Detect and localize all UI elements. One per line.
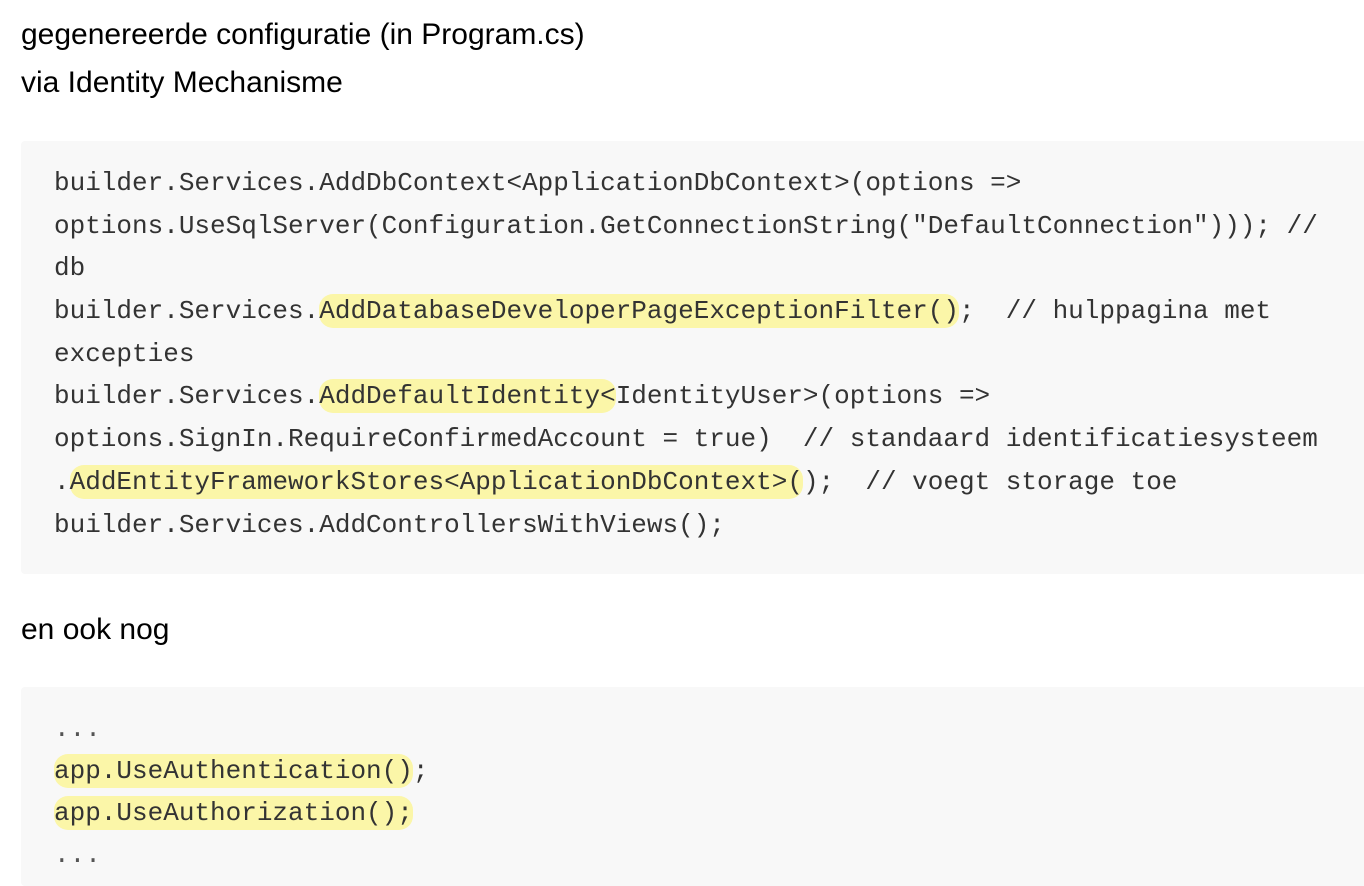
- code-text: options.UseSqlServer(Configuration.GetCo…: [54, 210, 1318, 241]
- code-line: excepties: [54, 333, 1364, 376]
- code-text: ; // hulppagina met: [958, 296, 1272, 327]
- code-text: IdentityUser>(options =>: [615, 381, 991, 412]
- code-text: ); // voegt storage toe: [802, 466, 1178, 497]
- code-line: .AddEntityFrameworkStores<ApplicationDbC…: [54, 461, 1364, 504]
- code-ellipsis: ...: [54, 840, 101, 870]
- code-block-program-cs: builder.Services.AddDbContext<Applicatio…: [21, 141, 1364, 574]
- code-line: builder.Services.AddDatabaseDeveloperPag…: [54, 290, 1364, 333]
- code-text: db: [54, 253, 86, 284]
- code-line: options.UseSqlServer(Configuration.GetCo…: [54, 205, 1364, 248]
- code-highlight: app.UseAuthorization();: [54, 796, 413, 830]
- code-line: app.UseAuthentication();: [54, 750, 1364, 792]
- code-line: ...: [54, 834, 1364, 876]
- code-highlight: AddEntityFrameworkStores<ApplicationDbCo…: [69, 464, 803, 499]
- code-block-middleware: ... app.UseAuthentication(); app.UseAuth…: [21, 687, 1364, 886]
- code-line: db: [54, 247, 1364, 290]
- code-line: options.SignIn.RequireConfirmedAccount =…: [54, 418, 1364, 461]
- section-subtitle: via Identity Mechanisme: [21, 66, 343, 99]
- code-line: builder.Services.AddControllersWithViews…: [54, 504, 1364, 547]
- code-line: ...: [54, 708, 1364, 750]
- code-text: builder.Services.AddControllersWithViews…: [54, 509, 725, 540]
- code-text: .: [54, 466, 70, 497]
- section-title: gegenereerde configuratie (in Program.cs…: [21, 18, 585, 51]
- code-line: builder.Services.AddDefaultIdentity<Iden…: [54, 375, 1364, 418]
- code-highlight: AddDefaultIdentity<: [319, 379, 616, 414]
- code-text: options.SignIn.RequireConfirmedAccount =…: [54, 424, 1318, 455]
- code-text: ;: [412, 756, 429, 786]
- code-text: builder.Services.: [54, 296, 320, 327]
- code-highlight: app.UseAuthentication(): [54, 754, 413, 788]
- code-text: builder.Services.: [54, 381, 320, 412]
- section-title-also: en ook nog: [21, 613, 170, 646]
- code-ellipsis: ...: [54, 714, 101, 744]
- code-line: builder.Services.AddDbContext<Applicatio…: [54, 162, 1364, 205]
- code-highlight: AddDatabaseDeveloperPageExceptionFilter(…: [319, 294, 959, 329]
- code-text: builder.Services.AddDbContext<Applicatio…: [54, 168, 1022, 198]
- code-line: app.UseAuthorization();: [54, 792, 1364, 834]
- code-text: excepties: [54, 338, 195, 369]
